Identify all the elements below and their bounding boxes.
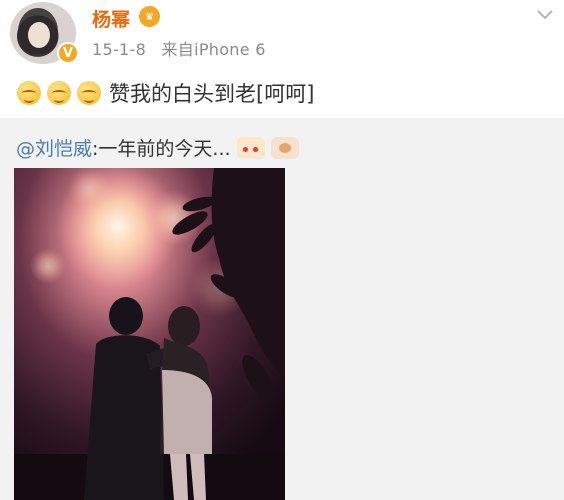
smile-emoji-icon <box>47 81 71 105</box>
vip-icon: ♛ <box>139 6 160 27</box>
post-source: 来自iPhone 6 <box>161 40 266 59</box>
repost-line: @刘恺威 :一年前的今天... <box>16 134 299 161</box>
weibo-post: V 杨幂 ♛ 15-1-8 来自iPhone 6 赞我的白头到老[呵呵] @刘恺… <box>0 0 564 500</box>
repost-text: :一年前的今天... <box>92 138 231 160</box>
repost-photo[interactable] <box>14 168 285 500</box>
username[interactable]: 杨幂 <box>92 5 130 32</box>
chevron-down-icon[interactable] <box>536 6 554 24</box>
smile-emoji-icon <box>77 81 101 105</box>
post-content: 赞我的白头到老[呵呵] <box>17 78 314 108</box>
repost-mention[interactable]: @刘恺威 <box>16 134 92 161</box>
verified-badge-icon: V <box>57 42 79 64</box>
post-meta: 15-1-8 来自iPhone 6 <box>92 36 276 60</box>
post-text: 赞我的白头到老[呵呵] <box>109 82 315 106</box>
fireworks-image <box>14 168 285 500</box>
avatar-face <box>28 22 50 48</box>
heart-sticker-icon <box>270 136 299 159</box>
avatar[interactable]: V <box>10 2 79 64</box>
post-date: 15-1-8 <box>92 40 147 59</box>
smile-emoji-icon <box>17 81 41 105</box>
couple-sticker-icon <box>236 136 265 159</box>
